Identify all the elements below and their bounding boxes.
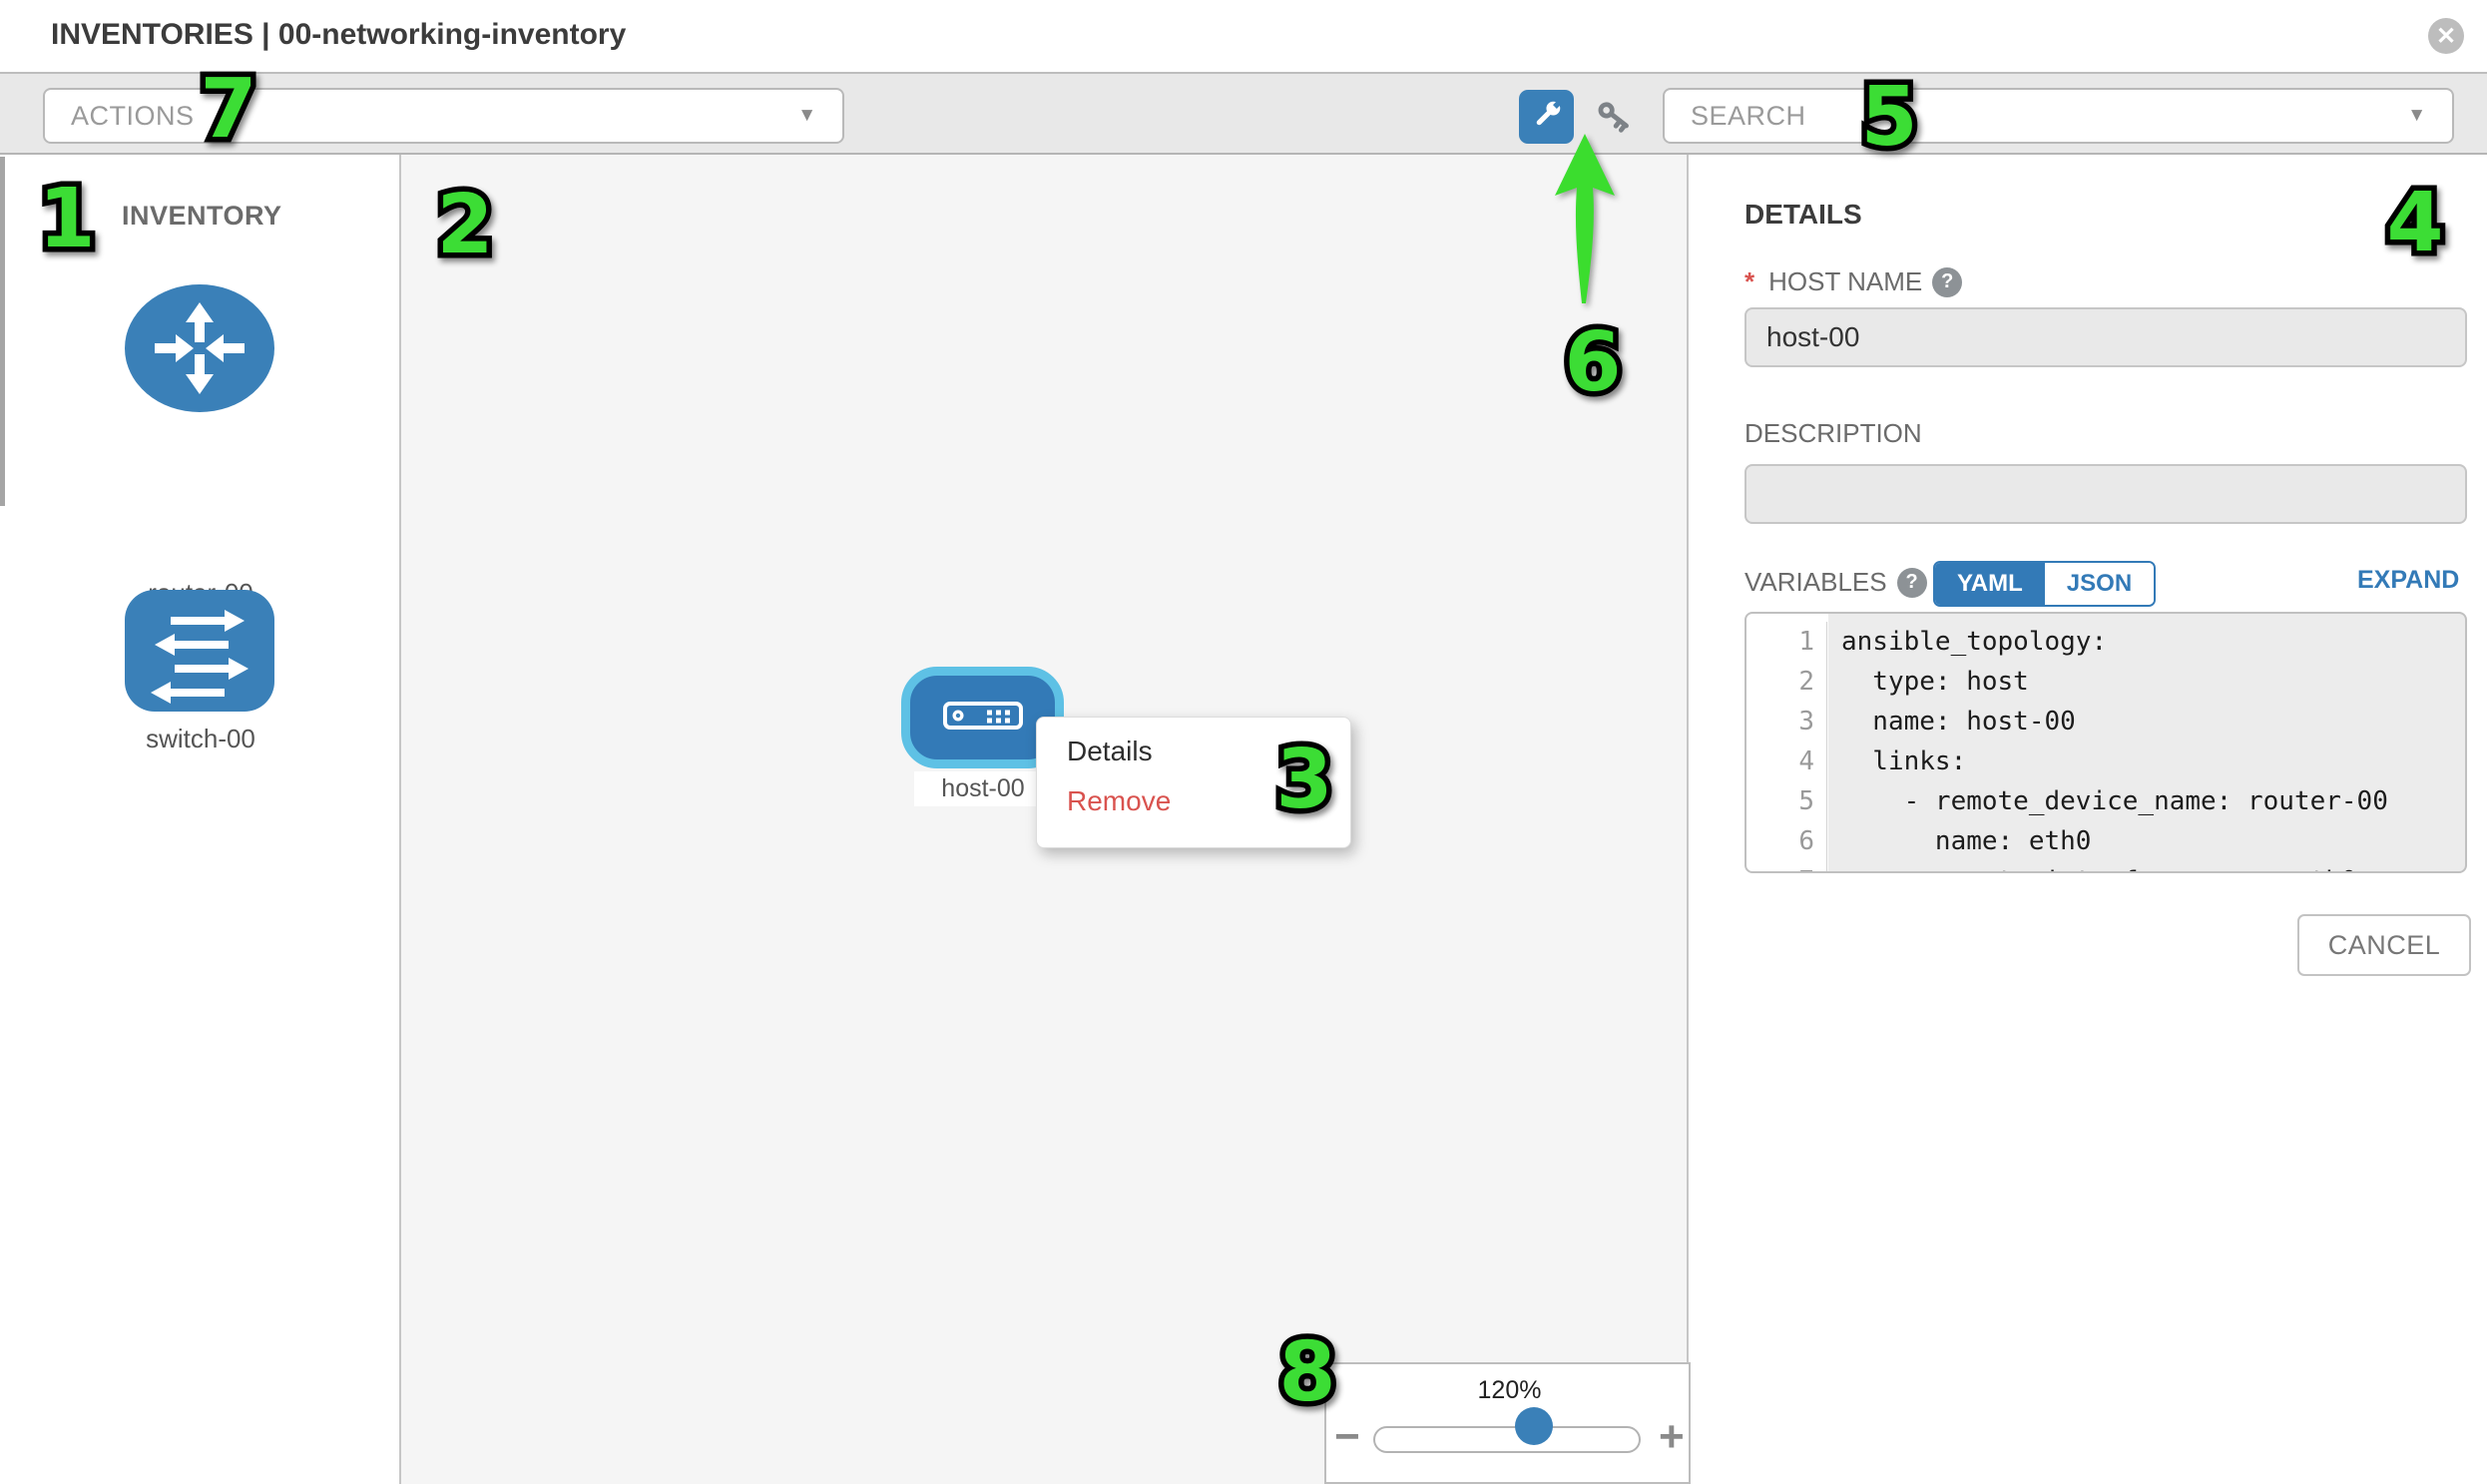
header: INVENTORIES | 00-networking-inventory ✕ [0,0,2487,72]
topology-canvas[interactable]: host-00 Details Remove 120% − + [401,155,1689,1484]
zoom-widget: 120% − + [1324,1362,1691,1484]
palette-item-label: switch-00 [0,724,401,754]
json-toggle-button[interactable]: JSON [2045,563,2154,605]
code-line: 7 remote_interface_name: eth0 [1746,861,2465,873]
key-credentials-icon[interactable] [1593,95,1637,139]
help-icon[interactable]: ? [1897,568,1927,598]
chevron-down-icon: ▼ [797,105,816,127]
code-line: 1ansible_topology: [1746,622,2465,662]
search-dropdown[interactable]: SEARCH ▼ [1663,88,2454,144]
context-menu-item-details[interactable]: Details [1067,736,1350,767]
host-name-label-row: * HOST NAME ? [1744,266,1962,297]
code-line: 2 type: host [1746,662,2465,702]
host-server-icon [943,702,1023,735]
host-node-label: host-00 [914,771,1052,806]
variables-format-toggle: YAML JSON [1933,561,2156,607]
toolbar: ACTIONS ▼ [0,72,2487,155]
description-input[interactable] [1744,464,2467,524]
variables-label: VARIABLES [1744,567,1887,598]
code-line: 4 links: [1746,742,2465,781]
context-menu: Details Remove [1036,717,1351,848]
details-title: DETAILS [1744,199,1862,231]
host-name-label: HOST NAME [1768,266,1922,297]
description-label: DESCRIPTION [1744,418,1922,449]
tools-button[interactable] [1519,90,1574,144]
code-line: 5 - remote_device_name: router-00 [1746,781,2465,821]
wrench-icon [1529,97,1565,138]
inventory-topology-screen: INVENTORIES | 00-networking-inventory ✕ … [0,0,2487,1484]
inventory-sidebar: INVENTORY router-00 [0,155,401,1484]
details-panel: DETAILS * HOST NAME ? DESCRIPTION VARIAB… [1691,155,2487,1484]
actions-dropdown-placeholder: ACTIONS [71,101,797,132]
cancel-button[interactable]: CANCEL [2297,914,2471,976]
variables-label-row: VARIABLES ? [1744,567,1927,598]
chevron-down-icon: ▼ [2407,105,2426,127]
zoom-slider-track[interactable] [1373,1426,1641,1453]
code-line: 3 name: host-00 [1746,702,2465,742]
zoom-slider-handle[interactable] [1515,1407,1553,1445]
actions-dropdown[interactable]: ACTIONS ▼ [43,88,844,144]
code-line: 6 name: eth0 [1746,821,2465,861]
palette-item-router[interactable] [125,284,274,412]
page-title: INVENTORIES | 00-networking-inventory [51,18,626,52]
zoom-in-button[interactable]: + [1659,1417,1685,1457]
sidebar-title: INVENTORY [122,201,282,232]
switch-icon [125,699,274,716]
palette-item-switch[interactable] [125,590,274,712]
zoom-out-button[interactable]: − [1334,1417,1360,1457]
expand-link[interactable]: EXPAND [2357,566,2459,595]
close-icon[interactable]: ✕ [2428,18,2464,54]
host-name-input[interactable] [1744,307,2467,367]
sidebar-scrollbar[interactable] [0,157,5,506]
router-icon [125,399,274,416]
yaml-toggle-button[interactable]: YAML [1935,563,2045,605]
variables-code-editor[interactable]: 1ansible_topology: 2 type: host 3 name: … [1744,612,2467,873]
context-menu-item-remove[interactable]: Remove [1067,785,1350,817]
required-asterisk: * [1744,266,1754,297]
zoom-level-value: 120% [1326,1376,1693,1405]
search-placeholder: SEARCH [1691,101,2407,132]
help-icon[interactable]: ? [1932,267,1962,297]
